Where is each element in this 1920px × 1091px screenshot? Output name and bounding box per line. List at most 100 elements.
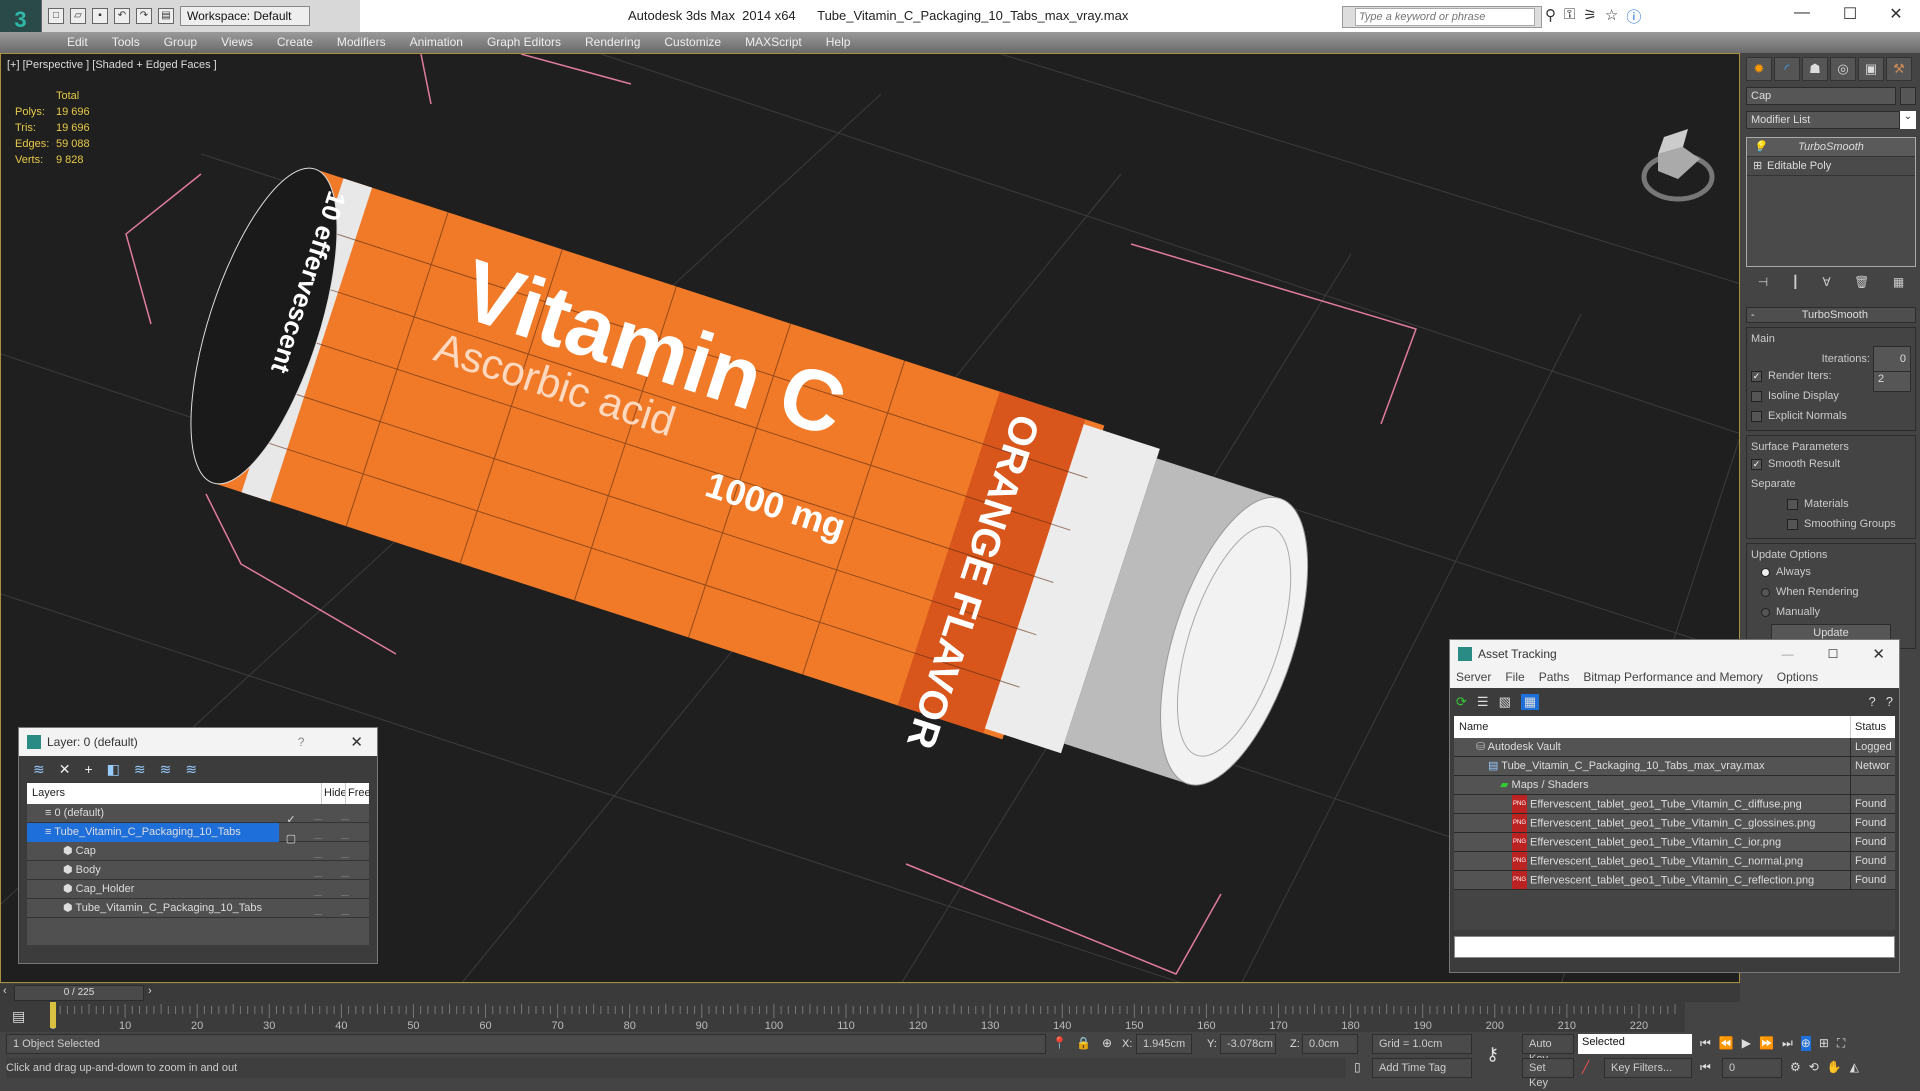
layer-row[interactable]: ⬢ Body─ ─ bbox=[27, 861, 369, 883]
asset-menu-bitmap[interactable]: Bitmap Performance and Memory bbox=[1583, 668, 1762, 688]
asset-menu-paths[interactable]: Paths bbox=[1539, 668, 1570, 688]
isolate-selection-icon[interactable]: 📍 bbox=[1052, 1036, 1067, 1050]
hide-toggle[interactable]: ─ bbox=[303, 906, 333, 925]
maximize-icon[interactable]: ☐ bbox=[1828, 647, 1839, 661]
current-frame-field[interactable]: 0 bbox=[1722, 1058, 1782, 1078]
minimize-icon[interactable]: — bbox=[1782, 647, 1794, 661]
object-color-swatch[interactable] bbox=[1900, 87, 1916, 105]
menu-animation[interactable]: Animation bbox=[398, 32, 475, 53]
select-objects-icon[interactable]: ◧ bbox=[107, 761, 120, 778]
go-to-end-icon[interactable]: ⏭ bbox=[1782, 1036, 1793, 1051]
x-coordinate-field[interactable]: 1.945cm bbox=[1136, 1034, 1192, 1054]
make-unique-icon[interactable]: ∀ bbox=[1822, 275, 1830, 289]
menu-modifiers[interactable]: Modifiers bbox=[325, 32, 398, 53]
next-frame-icon[interactable]: › bbox=[148, 985, 152, 997]
time-slider[interactable]: 0 / 225 ‹ › bbox=[0, 984, 1740, 1002]
go-to-start-icon[interactable]: ⏮ bbox=[1700, 1036, 1711, 1051]
close-icon[interactable]: ✕ bbox=[350, 733, 363, 751]
zoom-all-icon[interactable]: ⊞ bbox=[1819, 1036, 1829, 1051]
menu-tools[interactable]: Tools bbox=[100, 32, 152, 53]
minimize-button[interactable]: — bbox=[1790, 4, 1814, 22]
add-time-tag-button[interactable]: Add Time Tag bbox=[1372, 1058, 1472, 1078]
undo-icon[interactable]: ↶ bbox=[114, 8, 130, 24]
asset-row[interactable]: PNG Effervescent_tablet_geo1_Tube_Vitamin… bbox=[1454, 871, 1895, 890]
save-icon[interactable]: ▪ bbox=[92, 8, 108, 24]
layer-row[interactable]: ≡ 0 (default)✓ ─ ─ bbox=[27, 804, 369, 826]
maximize-viewport-icon[interactable]: ⛶ bbox=[1837, 1036, 1845, 1051]
new-file-icon[interactable]: □ bbox=[48, 8, 64, 24]
play-icon[interactable]: ▶ bbox=[1742, 1036, 1751, 1051]
viewport-label[interactable]: [+] [Perspective ] [Shaded + Edged Faces… bbox=[7, 59, 217, 71]
field-of-view-icon[interactable]: ◭ bbox=[1850, 1060, 1859, 1074]
hierarchy-tab-icon[interactable]: ☗ bbox=[1802, 57, 1828, 81]
path-field[interactable] bbox=[1454, 936, 1895, 958]
stack-item-turbosmooth[interactable]: 💡 TurboSmooth bbox=[1747, 138, 1915, 157]
freeze-toggle[interactable]: ─ bbox=[333, 906, 357, 925]
table-view-icon[interactable]: ▦ bbox=[1520, 694, 1540, 710]
configure-sets-icon[interactable]: ▦ bbox=[1893, 275, 1904, 289]
time-tag-icon[interactable]: ▯ bbox=[1354, 1060, 1361, 1074]
iterations-spinner[interactable]: 0 bbox=[1873, 346, 1911, 372]
close-button[interactable]: ✕ bbox=[1884, 4, 1908, 24]
asset-row[interactable]: ▰ Maps / Shaders bbox=[1454, 776, 1895, 795]
menu-graph-editors[interactable]: Graph Editors bbox=[475, 32, 573, 53]
layer-row[interactable]: ⬢ Cap_Holder─ ─ bbox=[27, 880, 369, 902]
absolute-mode-icon[interactable]: ⊕ bbox=[1102, 1036, 1112, 1050]
key-mode-dropdown[interactable]: Selected bbox=[1578, 1034, 1692, 1054]
modify-tab-icon[interactable]: ◜ bbox=[1774, 57, 1800, 81]
asset-row[interactable]: ⛁ Autodesk Vault Logged bbox=[1454, 738, 1895, 757]
refresh-icon[interactable]: ⟳ bbox=[1456, 694, 1467, 710]
layer-row[interactable]: ≡ Tube_Vitamin_C_Packaging_10_Tabs▢ ─ ─ bbox=[27, 823, 369, 845]
asset-row[interactable]: PNG Effervescent_tablet_geo1_Tube_Vitamin… bbox=[1454, 795, 1895, 814]
menu-help[interactable]: Help bbox=[814, 32, 863, 53]
explicit-normals-checkbox[interactable] bbox=[1751, 410, 1762, 422]
set-current-layer-icon[interactable]: ≋ bbox=[160, 761, 172, 778]
satellite-icon[interactable]: ⚞ bbox=[1583, 6, 1596, 27]
menu-maxscript[interactable]: MAXScript bbox=[733, 32, 814, 53]
stack-item-editable-poly[interactable]: ⊞ Editable Poly bbox=[1747, 157, 1915, 176]
track-bar[interactable]: ▤ 01020304050607080901001101201301401501… bbox=[0, 1002, 1685, 1032]
auto-key-button[interactable]: Auto Key bbox=[1522, 1034, 1574, 1065]
smooth-result-checkbox[interactable]: ✓ bbox=[1751, 458, 1762, 470]
set-key-button[interactable]: Set Key bbox=[1522, 1058, 1574, 1089]
materials-checkbox[interactable] bbox=[1787, 498, 1798, 510]
menu-views[interactable]: Views bbox=[209, 32, 265, 53]
close-icon[interactable]: ✕ bbox=[1872, 645, 1885, 663]
chevron-down-icon[interactable]: ⌄ bbox=[1900, 111, 1916, 129]
list-view-icon[interactable]: ☰ bbox=[1477, 694, 1489, 710]
z-coordinate-field[interactable]: 0.0cm bbox=[1302, 1034, 1358, 1054]
menu-edit[interactable]: Edit bbox=[55, 32, 100, 53]
create-tab-icon[interactable]: ✹ bbox=[1746, 57, 1772, 81]
display-tab-icon[interactable]: ▣ bbox=[1858, 57, 1884, 81]
selection-lock-icon[interactable]: 🔒 bbox=[1076, 1036, 1091, 1050]
redo-icon[interactable]: ↷ bbox=[136, 8, 152, 24]
key-mode-toggle-icon[interactable]: ⏮ bbox=[1700, 1060, 1711, 1075]
create-layer-icon[interactable]: ≋ bbox=[33, 761, 45, 778]
asset-row[interactable]: PNG Effervescent_tablet_geo1_Tube_Vitamin… bbox=[1454, 852, 1895, 871]
lightbulb-icon[interactable]: 💡 bbox=[1753, 138, 1767, 157]
binoculars-icon[interactable]: ⚲ bbox=[1545, 6, 1556, 27]
key-icon[interactable]: ⚿ bbox=[1564, 6, 1575, 27]
motion-tab-icon[interactable]: ◎ bbox=[1830, 57, 1856, 81]
asset-tracking-titlebar[interactable]: Asset Tracking — ☐ ✕ bbox=[1450, 640, 1899, 668]
help-icon[interactable]: ⓘ bbox=[1626, 6, 1641, 27]
prev-key-icon[interactable]: ⏪ bbox=[1719, 1036, 1734, 1051]
utilities-tab-icon[interactable]: ⚒ bbox=[1886, 57, 1912, 81]
workspace-dropdown[interactable]: Workspace: Default bbox=[180, 6, 310, 26]
layer-dialog-titlebar[interactable]: Layer: 0 (default)? ✕ bbox=[19, 728, 377, 756]
help-button[interactable]: ? bbox=[298, 735, 305, 749]
select-layer-icon[interactable]: ≋ bbox=[134, 761, 146, 778]
maximize-button[interactable]: ☐ bbox=[1838, 4, 1862, 24]
orbit-icon[interactable]: ⟲ bbox=[1809, 1060, 1819, 1074]
key-filters-button[interactable]: Key Filters... bbox=[1604, 1058, 1692, 1078]
y-coordinate-field[interactable]: -3.078cm bbox=[1220, 1034, 1276, 1054]
menu-group[interactable]: Group bbox=[152, 32, 209, 53]
menu-rendering[interactable]: Rendering bbox=[573, 32, 652, 53]
asset-menu-options[interactable]: Options bbox=[1777, 668, 1818, 688]
delete-layer-icon[interactable]: ✕ bbox=[59, 761, 71, 778]
remove-modifier-icon[interactable]: 🗑 bbox=[1854, 275, 1869, 289]
favorites-star-icon[interactable]: ☆ bbox=[1605, 6, 1618, 27]
zoom-icon[interactable]: ⊕ bbox=[1800, 1036, 1811, 1051]
asset-menu-server[interactable]: Server bbox=[1456, 668, 1491, 688]
menu-customize[interactable]: Customize bbox=[652, 32, 733, 53]
